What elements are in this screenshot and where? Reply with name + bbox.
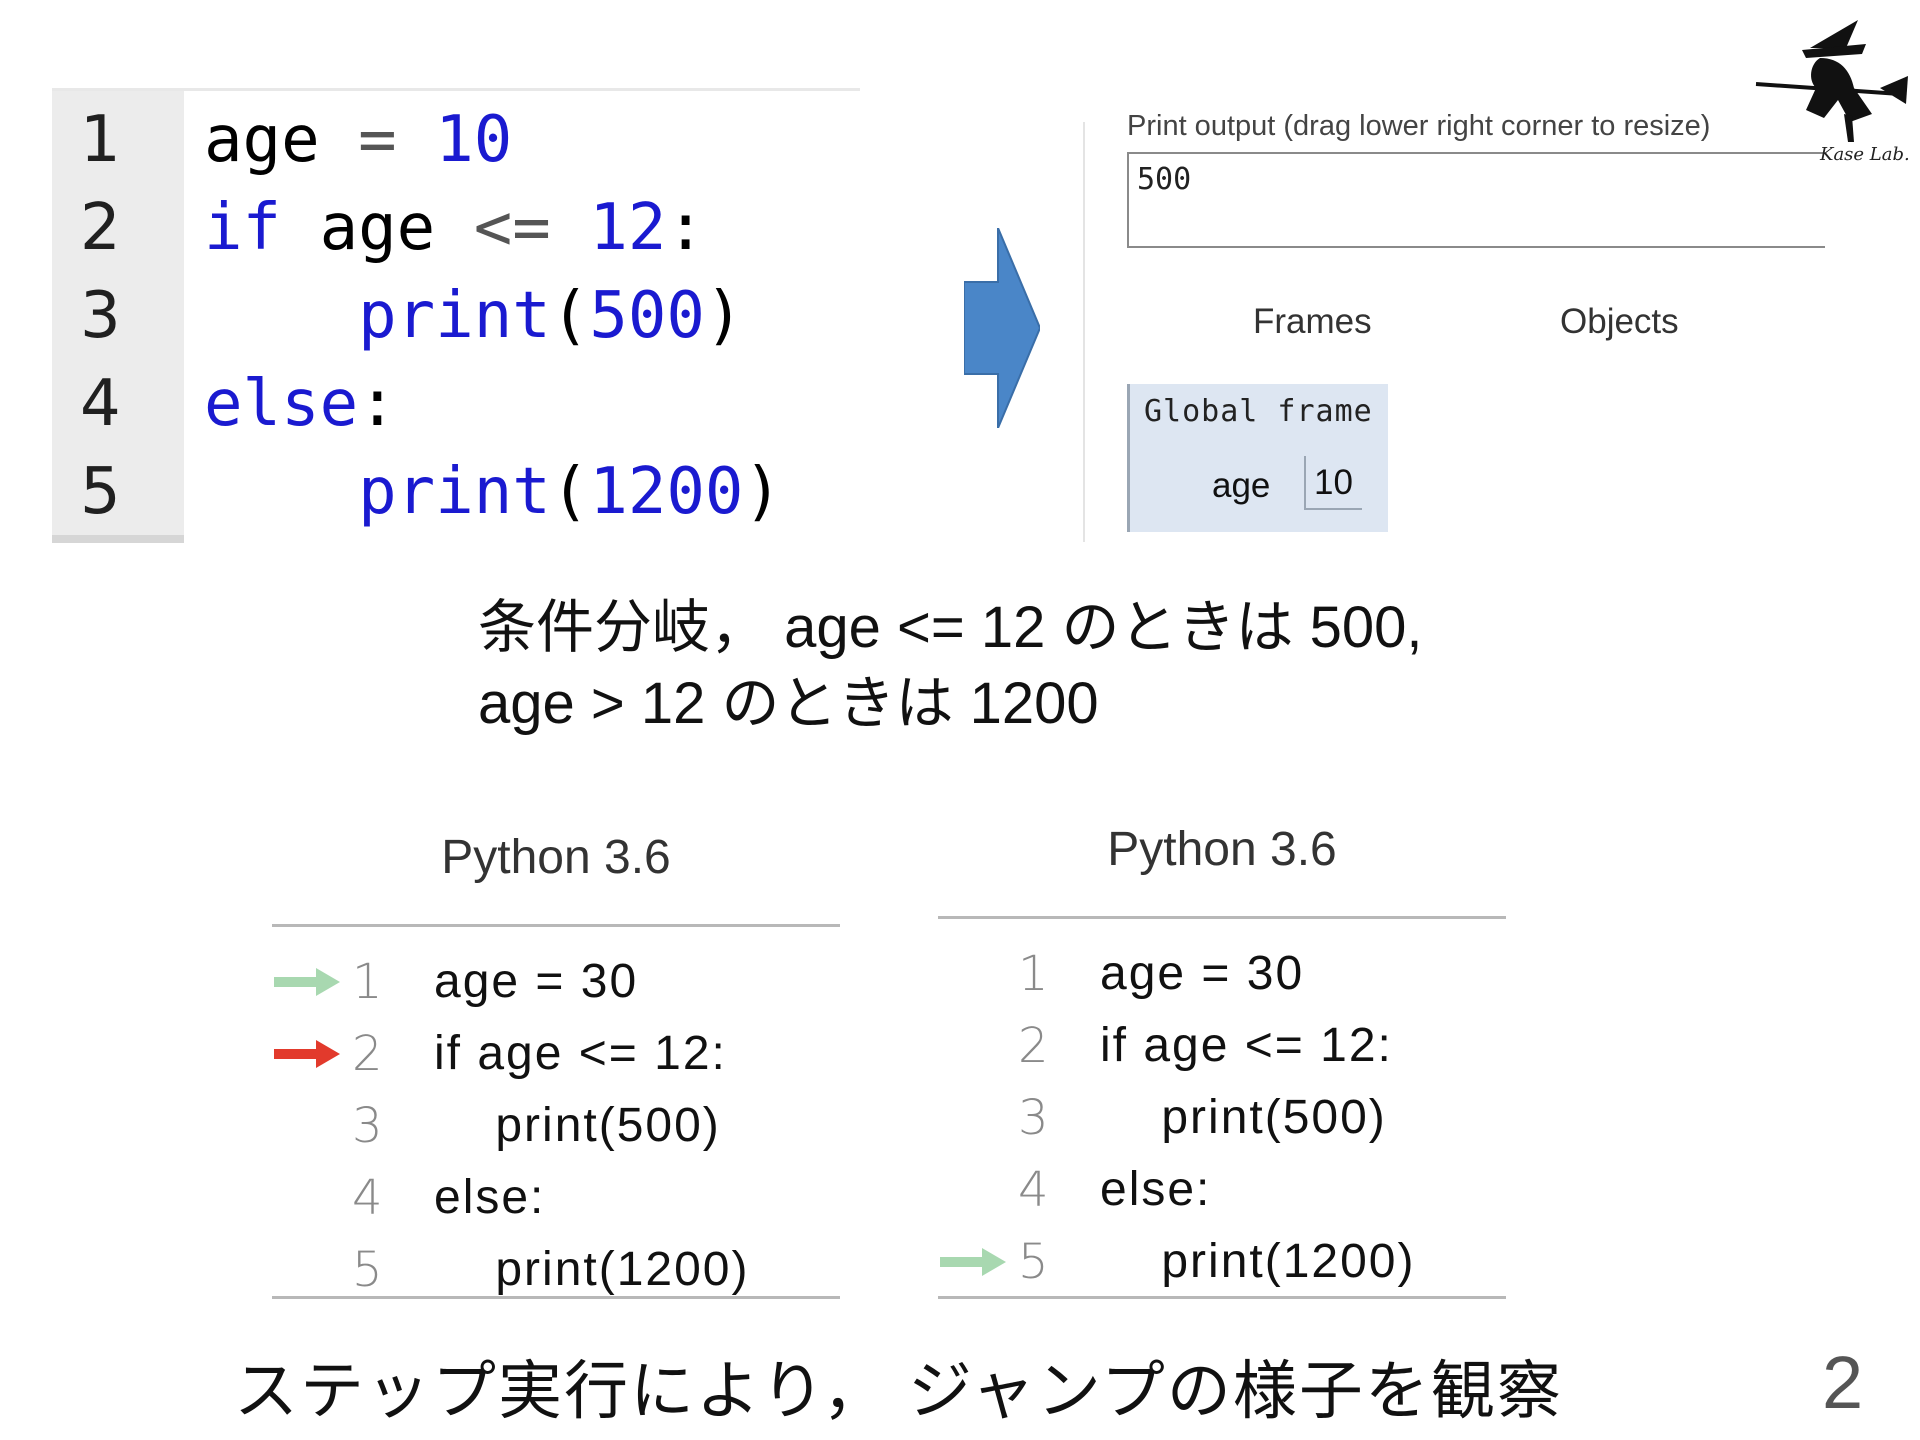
tutor-top-rule [272, 924, 840, 927]
line-number: 5 [80, 455, 121, 529]
tutor-code-line: 3 print(500) [938, 1082, 1506, 1154]
code-editor[interactable]: 1 age = 10 2 if age <= 12: 3 print(500) 4 else… [52, 88, 860, 543]
code-token: ) [743, 455, 782, 529]
code-token: 500 [589, 279, 705, 353]
tutor-bottom-rule [272, 1296, 840, 1299]
code-text: else: [204, 360, 397, 448]
code-token: age [204, 103, 320, 177]
tutor-code-line: 2 if age <= 12: [272, 1018, 840, 1090]
code-token: 12 [589, 191, 667, 265]
caption: 条件分岐， age <= 12 のときは 500, age > 12 のときは … [478, 590, 1422, 742]
global-frame-title: Global frame [1144, 394, 1373, 429]
line-number: 1 [80, 103, 121, 177]
python-tutor-step-2: Python 3.6 1 age = 30 2 if age <= 12: 3 prin… [272, 820, 840, 1300]
code-token: <= [473, 191, 590, 265]
code-text: else: [1100, 1163, 1212, 1216]
bottom-caption: ステップ実行により， ジャンプの様子を観察 [234, 1355, 1563, 1427]
code-text: else: [434, 1171, 546, 1224]
editor-line: 3 print(500) [52, 272, 860, 360]
editor-line: 5 print(1200) [52, 448, 860, 536]
code-text: print(1200) [204, 448, 782, 536]
prev-line-arrow-icon [274, 968, 340, 996]
code-text: print(500) [204, 272, 743, 360]
line-number: 3 [1018, 1090, 1049, 1146]
code-text: age = 10 [204, 96, 512, 184]
global-frame: Global frame age 10 [1127, 384, 1388, 532]
print-output-label: Print output (drag lower right corner to… [1127, 110, 1711, 142]
tutor-code-line: 1 age = 30 [938, 938, 1506, 1010]
code-token: ( [550, 455, 590, 529]
prev-line-arrow-icon [940, 1248, 1006, 1276]
editor-line: 1 age = 10 [52, 96, 860, 184]
line-number: 3 [80, 279, 121, 353]
tutor-title: Python 3.6 [1107, 823, 1337, 876]
line-number: 1 [352, 954, 383, 1010]
line-number: 4 [80, 367, 121, 441]
code-token: ) [704, 279, 744, 353]
code-text: if age <= 12: [1100, 1019, 1393, 1072]
code-token: : [666, 191, 705, 265]
frames-header: Frames [1253, 302, 1372, 341]
line-number: 4 [352, 1170, 383, 1226]
tutor-code-line: 4 else: [272, 1162, 840, 1234]
code-token: = [319, 103, 436, 177]
tutor-code-line: 4 else: [938, 1154, 1506, 1226]
objects-header: Objects [1560, 302, 1679, 341]
tutor-code-line: 3 print(500) [272, 1090, 840, 1162]
logo-text: Kase Lab. [1820, 144, 1910, 165]
editor-line: 2 if age <= 12: [52, 184, 860, 272]
gutter-bottom-bar [52, 535, 184, 543]
code-token: 1200 [589, 455, 744, 529]
print-output-box[interactable]: 500 [1127, 152, 1825, 248]
code-token: ( [550, 279, 590, 353]
code-text: if age <= 12: [434, 1027, 727, 1080]
next-line-arrow-icon [274, 1040, 340, 1068]
frame-variable-value: 10 [1304, 456, 1362, 510]
code-token: else [204, 367, 359, 441]
panel-divider [1083, 122, 1085, 542]
print-output-value: 500 [1137, 162, 1192, 197]
caption-line-1: 条件分岐， age <= 12 のときは 500, [478, 595, 1423, 660]
line-number: 2 [80, 191, 121, 265]
code-text: print(500) [434, 1099, 721, 1152]
tutor-code-line: 5 print(1200) [938, 1226, 1506, 1298]
line-number: 5 [1018, 1234, 1049, 1290]
code-token: 10 [435, 103, 513, 177]
editor-line: 4 else: [52, 360, 860, 448]
tutor-bottom-rule [938, 1296, 1506, 1299]
code-text: print(1200) [1100, 1235, 1416, 1288]
code-token: age [319, 191, 474, 265]
tutor-code-line: 2 if age <= 12: [938, 1010, 1506, 1082]
code-text: if age <= 12: [204, 184, 705, 272]
tutor-code-line: 1 age = 30 [272, 946, 840, 1018]
code-token: print [358, 279, 551, 353]
tutor-top-rule [938, 916, 1506, 919]
code-token: if [204, 191, 320, 265]
line-number: 4 [1018, 1162, 1049, 1218]
python-tutor-step-3: Python 3.6 1 age = 30 2 if age <= 12: 3 prin… [938, 812, 1506, 1300]
tutor-title: Python 3.6 [441, 831, 671, 884]
line-number: 2 [352, 1026, 383, 1082]
code-token: print [358, 455, 551, 529]
code-text: age = 30 [434, 955, 639, 1008]
code-token: : [358, 367, 397, 441]
frame-variable-name: age [1212, 466, 1271, 505]
code-text: age = 30 [1100, 947, 1305, 1000]
code-text: print(500) [1100, 1091, 1387, 1144]
line-number: 2 [1018, 1018, 1049, 1074]
page-number: 2 [1822, 1341, 1864, 1424]
line-number: 3 [352, 1098, 383, 1154]
caption-line-2: age > 12 のときは 1200 [478, 671, 1099, 736]
line-number: 1 [1018, 946, 1049, 1002]
right-arrow-icon [964, 228, 1040, 428]
